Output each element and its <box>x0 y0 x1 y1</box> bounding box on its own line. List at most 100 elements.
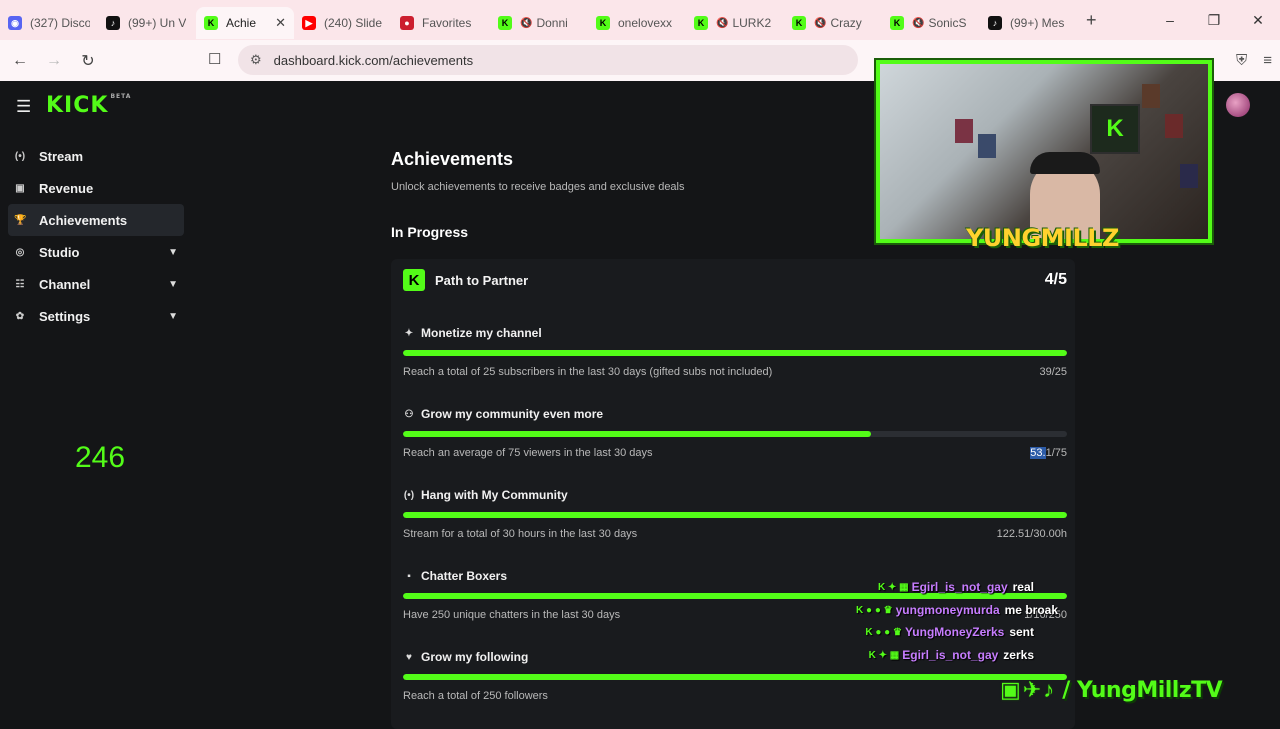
chat-text: zerks <box>1003 648 1034 662</box>
browser-tab[interactable]: ♪ (99+) Un V <box>98 7 196 39</box>
chat-text: me broak <box>1004 603 1058 617</box>
kick-logo[interactable]: KICK BETA <box>46 93 131 118</box>
bookmark-icon[interactable]: ☐ <box>208 50 221 68</box>
progress-bar <box>403 431 1067 437</box>
chat-username: yungmoneymurda <box>895 603 1000 617</box>
beta-tag: BETA <box>110 93 132 100</box>
page-title: Achievements <box>391 149 514 169</box>
youtube-icon: ▶ <box>302 16 316 30</box>
browser-tab[interactable]: K 🔇 Crazy <box>784 7 882 39</box>
chat-text: sent <box>1009 625 1034 639</box>
heart-icon: ♥ <box>406 651 412 663</box>
sidebar-item-label: Achievements <box>39 212 128 228</box>
muted-icon[interactable]: 🔇 <box>912 18 924 29</box>
selected-text: 53. <box>1030 447 1046 459</box>
browser-tab[interactable]: ● Favorites <box>392 7 490 39</box>
browser-tab[interactable]: K 🔇 LURK2 <box>686 7 784 39</box>
browser-tab[interactable]: ◉ (327) Disco <box>0 7 98 39</box>
webcam-overlay: K <box>876 60 1212 243</box>
sidebar-item-studio[interactable]: ◎ Studio ▼ <box>8 236 184 268</box>
chat-username: YungMoneyZerks <box>904 625 1005 639</box>
sidebar-item-stream[interactable]: (•) Stream <box>8 140 184 172</box>
muted-icon[interactable]: 🔇 <box>716 18 728 29</box>
tab-title: Donni <box>536 16 568 30</box>
chat-message: K ● ● ♛ yungmoneymurda me broak <box>856 603 1058 617</box>
progress-fill <box>403 512 1067 518</box>
chat-badges: K ● ● ♛ <box>856 604 893 616</box>
sidebar-item-channel[interactable]: ☷ Channel ▼ <box>8 268 184 300</box>
muted-icon[interactable]: 🔇 <box>814 18 826 29</box>
window-controls: – ❐ ✕ <box>1148 0 1280 40</box>
kick-plaque: K <box>1090 104 1140 154</box>
revenue-icon: ▣ <box>15 182 25 194</box>
chat-message: K ✦ ▦ Egirl_is_not_gay real <box>878 580 1034 594</box>
broadcast-icon: (•) <box>14 150 26 162</box>
tab-title: (240) Slide <box>324 16 383 30</box>
achievement-description: Have 250 unique chatters in the last 30 … <box>403 609 621 621</box>
achievement-title: ♥ Grow my following <box>403 649 528 665</box>
browser-tab[interactable]: ▶ (240) Slide <box>294 7 392 39</box>
achievement-row: ✦ Monetize my channel Reach a total of 25 … <box>403 325 1067 387</box>
browser-tab[interactable]: Konelovexx <box>588 7 686 39</box>
sidebar-item-achievements[interactable]: 🏆 Achievements <box>8 204 184 236</box>
menu-icon[interactable]: ≡ <box>1263 52 1272 69</box>
close-window-icon[interactable]: ✕ <box>1236 12 1280 29</box>
sidebar-item-label: Channel <box>39 276 91 292</box>
community-icon: ⚇ <box>404 408 414 420</box>
achievement-value: 122.51/30.00h <box>996 528 1067 540</box>
forward-icon[interactable]: → <box>40 52 68 70</box>
achievement-description: Stream for a total of 30 hours in the la… <box>403 528 638 540</box>
browser-tab[interactable]: K Achie ✕ <box>196 7 294 39</box>
achievement-title: ⚇ Grow my community even more <box>403 406 604 422</box>
sidebar-item-revenue[interactable]: ▣ Revenue <box>8 172 184 204</box>
sidebar-item-label: Settings <box>39 308 91 324</box>
achievement-description: Reach an average of 75 viewers in the la… <box>403 447 653 459</box>
chevron-down-icon[interactable]: ▼ <box>168 279 178 290</box>
avatar[interactable] <box>1226 93 1250 117</box>
achievement-row: (•) Hang with My Community Stream for a to… <box>403 487 1067 549</box>
reload-icon[interactable]: ↻ <box>74 51 102 71</box>
minimize-icon[interactable]: – <box>1148 12 1192 28</box>
hamburger-menu-icon[interactable]: ☰ <box>16 97 31 117</box>
back-icon[interactable]: ← <box>6 52 34 70</box>
wall-poster <box>1180 164 1198 188</box>
browser-tab[interactable]: ♪ (99+) Mes <box>980 7 1078 39</box>
page-subtitle: Unlock achievements to receive badges an… <box>391 181 685 193</box>
chevron-down-icon[interactable]: ▼ <box>168 247 178 258</box>
site-info-icon[interactable]: ⚙ <box>250 52 262 68</box>
overlay-counter: 246 <box>75 441 126 474</box>
muted-icon[interactable]: 🔇 <box>520 18 532 29</box>
tiktok-icon: ♪ <box>106 16 120 30</box>
sidebar-item-settings[interactable]: ✿ Settings ▼ <box>8 300 184 332</box>
broadcast-icon: (•) <box>403 489 415 501</box>
new-tab-button[interactable]: + <box>1086 10 1108 31</box>
chat-badges: K ✦ ▦ <box>868 649 900 661</box>
close-tab-icon[interactable]: ✕ <box>275 15 286 31</box>
maximize-icon[interactable]: ❐ <box>1192 12 1236 29</box>
kick-icon: K <box>694 16 708 30</box>
kick-icon: K <box>890 16 904 30</box>
achievement-row: ▪ Chatter Boxers Have 250 unique chatters … <box>403 568 1067 630</box>
achievement-title-text: Hang with My Community <box>421 488 568 502</box>
browser-tab[interactable]: K 🔇 Donni <box>490 7 588 39</box>
kick-icon: K <box>204 16 218 30</box>
address-bar[interactable]: ⚙ dashboard.kick.com/achievements <box>238 45 858 75</box>
achievement-value: 39/25 <box>1039 366 1067 378</box>
social-overlay: ▣✈♪ / YungMillzTV <box>1000 672 1272 708</box>
sidebar-item-label: Revenue <box>39 180 94 196</box>
achievement-description: Reach a total of 250 followers <box>403 690 548 702</box>
kick-logo-text: KICK <box>46 93 109 118</box>
browser-tab-strip: ◉ (327) Disco ♪ (99+) Un V K Achie ✕ ▶ (240) Sli… <box>0 0 1280 40</box>
trophy-icon: 🏆 <box>14 214 27 226</box>
browser-tab[interactable]: K 🔇 SonicS <box>882 7 980 39</box>
card-count: 4/5 <box>1044 271 1067 288</box>
tab-title: (99+) Un V <box>128 16 187 30</box>
chevron-down-icon[interactable]: ▼ <box>168 311 178 322</box>
progress-fill <box>403 674 1067 680</box>
shield-icon[interactable]: ⛨ <box>1236 52 1247 69</box>
wall-poster <box>1165 114 1183 138</box>
discord-icon: ◉ <box>8 16 22 30</box>
achievement-title-text: Monetize my channel <box>421 326 542 340</box>
achievement-description: Reach a total of 25 subscribers in the l… <box>403 366 773 378</box>
achievement-title: ✦ Monetize my channel <box>403 325 542 341</box>
